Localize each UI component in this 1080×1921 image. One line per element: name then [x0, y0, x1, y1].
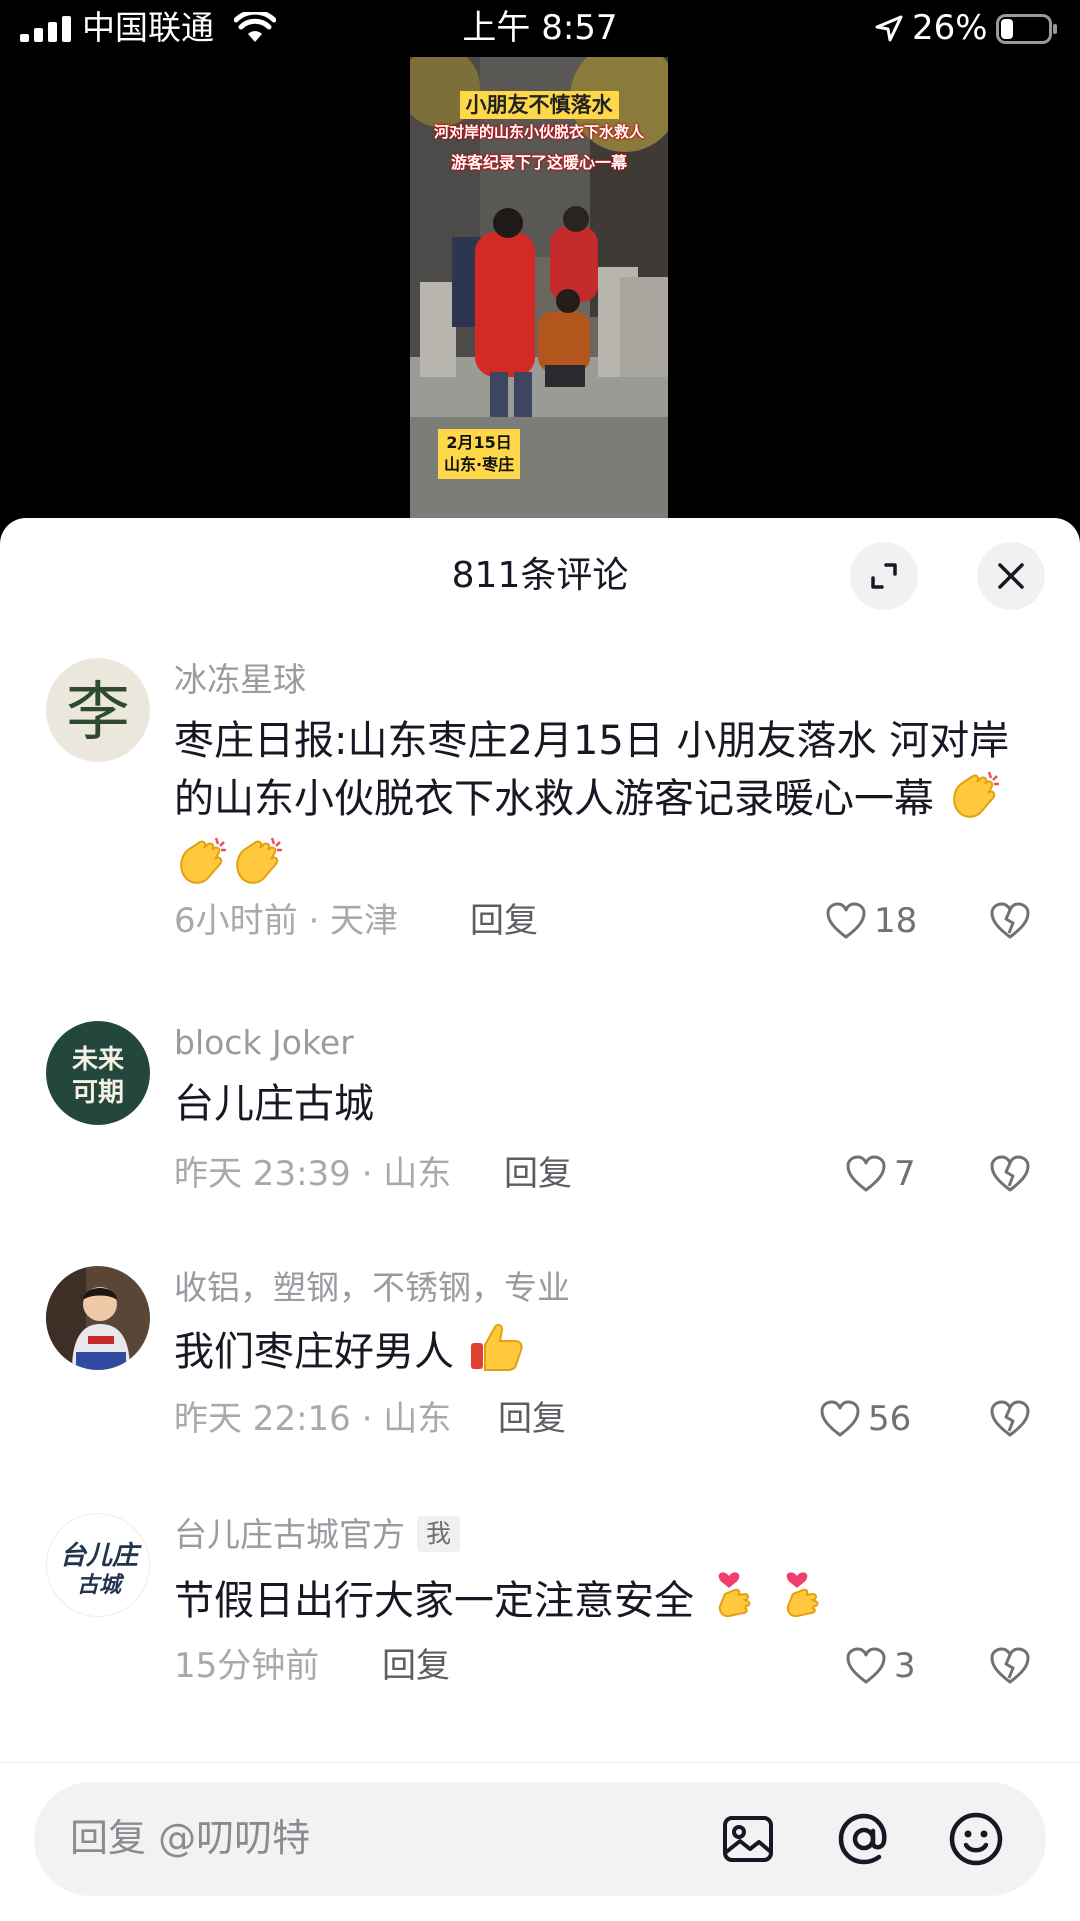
heart-outline-icon: [820, 1400, 860, 1437]
comment-item[interactable]: 收铝，塑钢，不锈钢，专业 我们枣庄好男人 昨天 22:16 · 山东 回复 56: [0, 1266, 1080, 1466]
comment-item[interactable]: 台儿庄 古城 台儿庄古城官方我 节假日出行大家一定注意安全 15分钟前 回复 3: [0, 1513, 1080, 1713]
comment-username[interactable]: 冰冻星球: [174, 658, 306, 702]
expand-icon: [871, 563, 897, 589]
heart-outline-icon: [846, 1155, 886, 1192]
like-button[interactable]: 56: [820, 1396, 911, 1442]
avatar-text: 台儿庄: [60, 1541, 142, 1571]
clapping-hands-icon: [230, 836, 286, 902]
like-button[interactable]: 18: [826, 898, 917, 944]
battery-icon: [996, 14, 1057, 44]
self-badge: 我: [417, 1516, 461, 1552]
avatar-text: 可期: [72, 1078, 124, 1108]
avatar-text: 未来: [72, 1045, 125, 1075]
video-location: 山东·枣庄: [444, 455, 515, 474]
avatar[interactable]: 李: [46, 658, 150, 762]
like-count: 18: [874, 901, 918, 941]
heart-outline-icon: [846, 1647, 886, 1684]
comment-meta: 6小时前 · 天津: [174, 901, 399, 941]
clapping-hands-icon: [174, 836, 230, 902]
like-count: 3: [894, 1646, 916, 1686]
battery-percentage: 26%: [912, 8, 988, 48]
comments-sheet: 811条评论 李 冰冻星球 枣庄日报:山东枣庄2月15日 小朋友落水 河对岸的山…: [0, 518, 1080, 1921]
comment-item[interactable]: 李 冰冻星球 枣庄日报:山东枣庄2月15日 小朋友落水 河对岸的山东小伙脱衣下水…: [0, 658, 1080, 958]
video-date-label: 2月15日 山东·枣庄: [438, 429, 521, 479]
avatar[interactable]: 未来 可期: [46, 1021, 150, 1125]
broken-heart-icon[interactable]: [990, 901, 1030, 941]
heart-outline-icon: [826, 902, 866, 939]
comment-username-text: 台儿庄古城官方: [174, 1515, 405, 1554]
reply-button[interactable]: 回复: [470, 898, 538, 944]
like-button[interactable]: 3: [846, 1643, 916, 1689]
comment-text: 台儿庄古城: [174, 1076, 1044, 1133]
comment-text-body: 台儿庄古城: [174, 1081, 374, 1127]
clapping-hands-icon: [947, 770, 1003, 836]
reply-button[interactable]: 回复: [498, 1396, 566, 1442]
comment-text: 枣庄日报:山东枣庄2月15日 小朋友落水 河对岸的山东小伙脱衣下水救人游客记录暖…: [174, 713, 1044, 902]
comment-meta: 昨天 23:39 · 山东: [174, 1154, 452, 1194]
comment-meta: 昨天 22:16 · 山东: [174, 1399, 452, 1439]
video-caption-line1: 河对岸的山东小伙脱衣下水救人: [433, 123, 644, 141]
comment-text-body: 我们枣庄好男人: [174, 1329, 454, 1375]
comment-text-body: 枣庄日报:山东枣庄2月15日 小朋友落水 河对岸的山东小伙脱衣下水救人游客记录暖…: [174, 718, 1010, 822]
comment-username[interactable]: block Joker: [174, 1021, 354, 1065]
broken-heart-icon[interactable]: [990, 1399, 1030, 1439]
reply-input-placeholder[interactable]: 回复 @叨叨特: [70, 1812, 310, 1864]
comment-username[interactable]: 收铝，塑钢，不锈钢，专业: [174, 1266, 570, 1310]
comments-count-title: 811条评论: [451, 555, 629, 596]
video-date: 2月15日: [446, 433, 512, 452]
avatar-text: 古城: [77, 1573, 125, 1598]
divider: [0, 1762, 1080, 1763]
expand-button[interactable]: [850, 542, 918, 610]
thumbs-up-icon: [467, 1321, 525, 1389]
location-arrow-icon: [875, 15, 903, 42]
video-caption-line2: 游客纪录下了这暖心一幕: [450, 153, 627, 172]
like-count: 7: [894, 1154, 916, 1194]
broken-heart-icon[interactable]: [990, 1646, 1030, 1686]
finger-heart-icon: [775, 1568, 831, 1638]
avatar[interactable]: [46, 1266, 150, 1370]
at-icon[interactable]: [836, 1811, 892, 1867]
status-bar: 中国联通 上午 8:57 26%: [0, 0, 1080, 60]
reply-button[interactable]: 回复: [504, 1151, 572, 1197]
avatar[interactable]: 台儿庄 古城: [46, 1513, 150, 1617]
avatar-glyph: 李: [66, 676, 130, 750]
comment-text: 我们枣庄好男人: [174, 1321, 1044, 1389]
comment-meta: 15分钟前: [174, 1646, 320, 1686]
video-caption-title: 小朋友不慎落水: [410, 89, 668, 119]
like-count: 56: [868, 1399, 912, 1439]
comment-username[interactable]: 台儿庄古城官方我: [174, 1513, 461, 1557]
app-screen: 中国联通 上午 8:57 26% 小朋友不慎落水 河对岸的山东小伙脱衣下水救人 …: [0, 0, 1080, 1921]
comment-text: 节假日出行大家一定注意安全: [174, 1568, 1044, 1638]
close-button[interactable]: [977, 542, 1045, 610]
reply-input[interactable]: 回复 @叨叨特: [34, 1782, 1046, 1896]
broken-heart-icon[interactable]: [990, 1154, 1030, 1194]
close-icon: [998, 563, 1024, 589]
finger-heart-icon: [707, 1568, 763, 1638]
image-icon[interactable]: [720, 1811, 776, 1867]
comment-item[interactable]: 未来 可期 block Joker 台儿庄古城 昨天 23:39 · 山东 回复…: [0, 1021, 1080, 1221]
like-button[interactable]: 7: [846, 1151, 916, 1197]
smiley-icon[interactable]: [948, 1811, 1004, 1867]
comment-text-body: 节假日出行大家一定注意安全: [174, 1578, 694, 1624]
reply-button[interactable]: 回复: [382, 1643, 450, 1689]
video-preview[interactable]: 小朋友不慎落水 河对岸的山东小伙脱衣下水救人 游客纪录下了这暖心一幕 2月15日…: [410, 57, 668, 518]
